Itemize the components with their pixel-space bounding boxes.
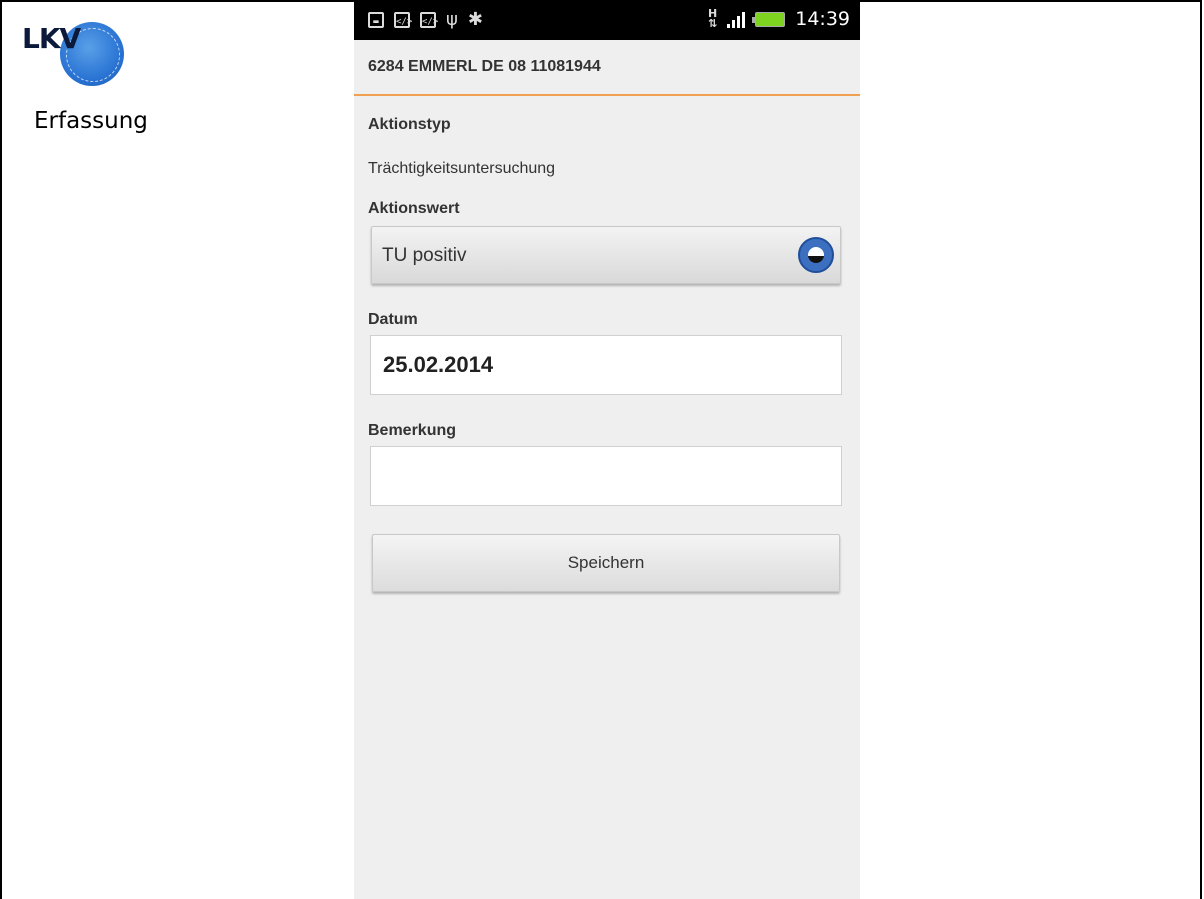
bemerkung-label: Bemerkung xyxy=(368,422,457,439)
status-bar: ▬ </> </> ψ ✱ H ⇅ 14:39 xyxy=(354,2,860,40)
datum-label: Datum xyxy=(368,311,418,328)
aktionswert-value: TU positiv xyxy=(382,245,467,266)
network-type-icon: H ⇅ xyxy=(708,7,718,30)
code-icon: </> xyxy=(394,12,412,28)
usb-icon: ψ xyxy=(446,9,458,30)
keyboard-icon: ▬ xyxy=(368,12,384,28)
aktionswert-spinner[interactable]: TU positiv xyxy=(371,226,841,284)
datum-field[interactable] xyxy=(371,336,841,394)
touch-indicator-icon xyxy=(798,237,834,273)
aktionswert-label: Aktionswert xyxy=(368,200,460,217)
code-icon: </> xyxy=(420,12,438,28)
datum-field-container xyxy=(370,335,842,395)
signal-icon xyxy=(727,10,746,28)
phone-screen: ▬ </> </> ψ ✱ H ⇅ 14:39 6284 EMMERL DE 08… xyxy=(354,2,860,899)
lkv-logo: LKV xyxy=(22,20,126,92)
slide-label: Erfassung xyxy=(34,108,148,134)
status-time: 14:39 xyxy=(795,8,850,30)
save-button[interactable]: Speichern xyxy=(372,534,840,592)
battery-icon xyxy=(752,11,786,27)
status-icons-right: H ⇅ 14:39 xyxy=(708,8,850,30)
status-icons-left: ▬ </> </> ψ ✱ xyxy=(368,11,483,29)
bemerkung-field-container xyxy=(370,446,842,506)
aktionstyp-label: Aktionstyp xyxy=(368,116,451,133)
bemerkung-field[interactable] xyxy=(371,447,841,505)
aktionstyp-value: Trächtigkeitsuntersuchung xyxy=(368,160,556,177)
android-debug-icon: ✱ xyxy=(467,9,483,30)
page-title: 6284 EMMERL DE 08 11081944 xyxy=(354,40,860,96)
logo-text: LKV xyxy=(22,22,81,55)
